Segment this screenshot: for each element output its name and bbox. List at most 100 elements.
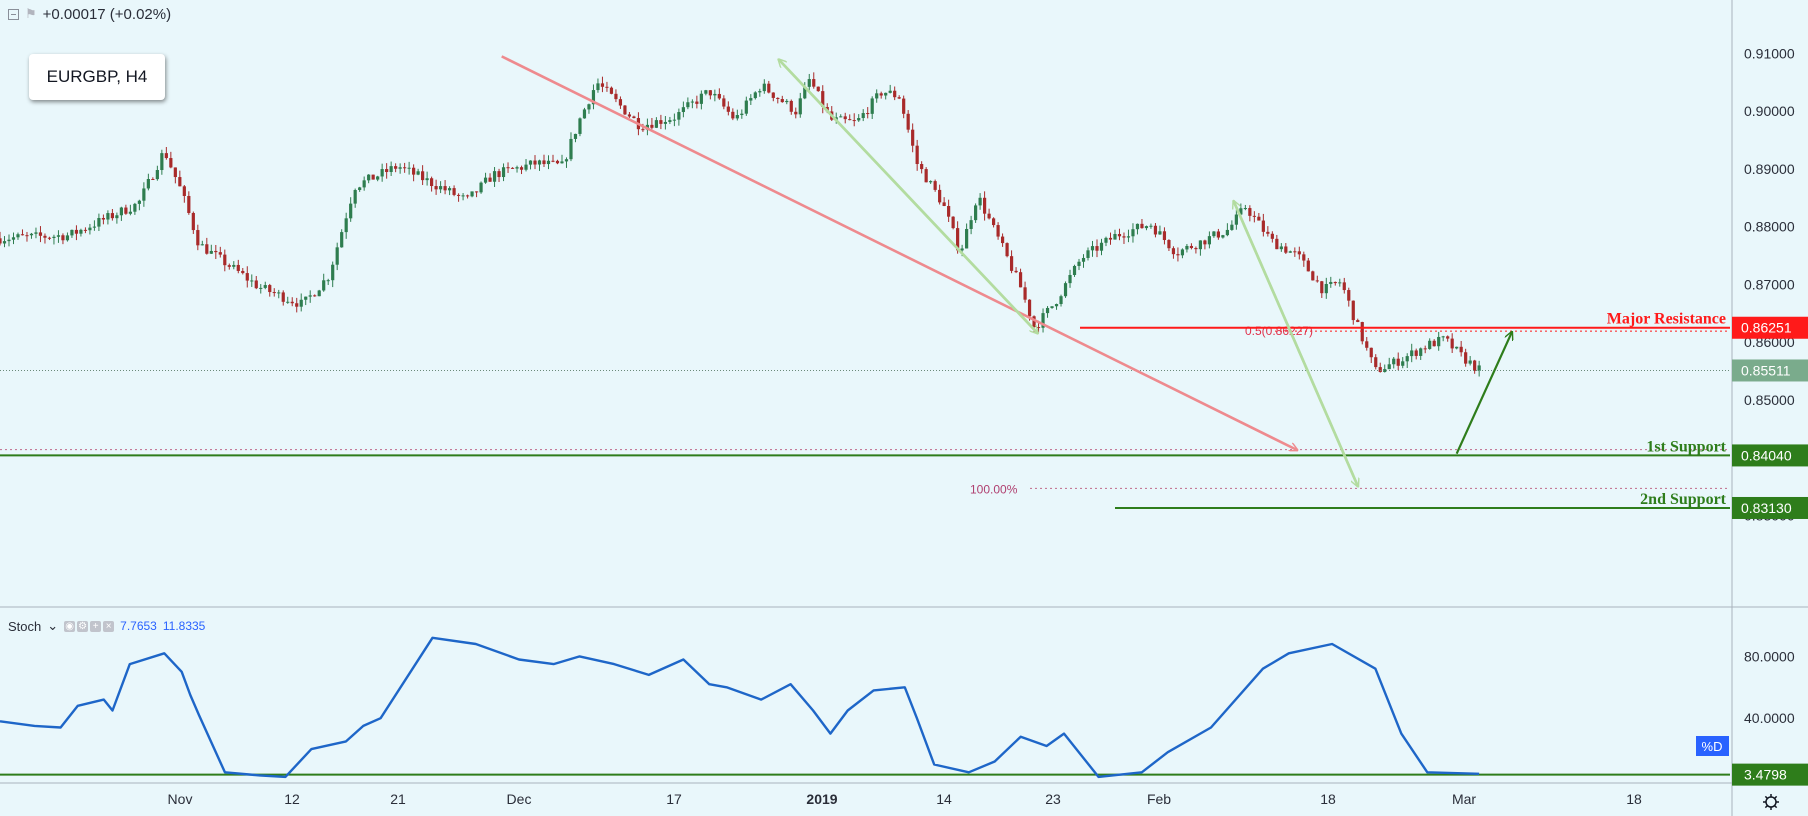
candle-body — [767, 83, 771, 93]
candle-body — [362, 180, 366, 188]
stoch-series-tag-text: %D — [1702, 739, 1723, 754]
candle-body — [1036, 327, 1041, 329]
candle-body — [430, 178, 434, 187]
candle-body — [1000, 236, 1005, 244]
candle-body — [1189, 245, 1194, 249]
candle-body — [1401, 361, 1405, 366]
settings-icon[interactable]: ⚙ — [77, 620, 89, 632]
candle-body — [1023, 287, 1027, 300]
candle-body — [929, 181, 933, 183]
candle-body — [740, 113, 744, 116]
price-tag-text: 0.83130 — [1741, 500, 1792, 516]
candle-body — [1072, 265, 1077, 275]
candle-body — [533, 160, 537, 165]
candle-body — [951, 216, 955, 229]
candle-body — [798, 98, 802, 115]
gear-tooth — [1774, 805, 1778, 809]
candle-body — [56, 235, 61, 237]
candle-body — [515, 167, 519, 169]
candle-body — [1090, 246, 1095, 251]
candle-body — [870, 98, 874, 114]
candle-body — [519, 167, 524, 170]
candle-body — [1216, 231, 1220, 238]
candle-body — [1230, 224, 1234, 230]
candle-body — [371, 174, 375, 180]
candle-body — [555, 160, 560, 164]
candle-body — [1248, 208, 1252, 216]
chevron-down-icon[interactable]: ⌄ — [47, 618, 58, 634]
candle-body — [1410, 350, 1414, 357]
candle-body — [812, 79, 816, 87]
candle-body — [483, 177, 488, 183]
candle-body — [146, 179, 150, 189]
candle-body — [978, 197, 982, 206]
candle-body — [11, 237, 16, 240]
settings-gear-icon[interactable] — [1763, 794, 1779, 810]
stoch-value-tag-text: 3.4798 — [1744, 767, 1787, 783]
collapse-icon[interactable] — [8, 8, 19, 20]
candle-body — [938, 189, 942, 203]
candle-body — [776, 97, 780, 100]
eye-icon[interactable]: ◉ — [64, 620, 76, 632]
fib-100-label: 100.00% — [970, 482, 1018, 496]
candle-body — [52, 236, 56, 238]
candle-body — [1428, 340, 1432, 349]
candle-body — [438, 186, 443, 190]
candle-body — [1468, 360, 1472, 364]
candle-body — [1095, 246, 1099, 251]
candle-body — [142, 188, 146, 201]
candle-body — [412, 167, 416, 175]
candle-body — [816, 86, 820, 92]
candle-body — [1059, 296, 1063, 305]
candle-body — [331, 264, 335, 281]
trading-chart-svg[interactable]: 0.910000.900000.890000.880000.870000.860… — [0, 0, 1808, 816]
candle-body — [1306, 260, 1310, 272]
candle-body — [753, 92, 757, 99]
candle-body — [97, 217, 101, 227]
stoch-name[interactable]: Stoch — [8, 619, 41, 634]
close-icon[interactable]: × — [103, 620, 115, 632]
candle-body — [807, 79, 811, 87]
candle-body — [1014, 270, 1018, 273]
price-tick-label: 0.85000 — [1744, 392, 1795, 408]
candle-body — [704, 90, 708, 94]
candle-body — [668, 120, 672, 122]
candle-body — [263, 285, 267, 288]
flag-icon[interactable]: ⚑ — [25, 6, 37, 22]
candle-body — [1396, 358, 1400, 366]
candle-body — [110, 213, 114, 219]
candle-body — [2, 241, 7, 244]
candle-body — [326, 280, 330, 282]
candle-body — [843, 116, 847, 120]
candle-body — [1473, 360, 1477, 371]
time-tick-label: 2019 — [806, 791, 837, 807]
candle-body — [1050, 306, 1054, 308]
candle-body — [236, 264, 240, 271]
candle-body — [1351, 300, 1355, 321]
price-change: +0.00017 (+0.02%) — [42, 5, 172, 23]
candle-body — [920, 164, 924, 170]
candle-body — [1243, 208, 1247, 210]
candle-body — [933, 181, 937, 190]
candle-body — [996, 225, 1000, 237]
candle-body — [313, 295, 317, 297]
candle-body — [340, 232, 344, 248]
candle-body — [659, 120, 663, 124]
candle-body — [866, 113, 870, 115]
candle-body — [456, 194, 461, 196]
add-icon[interactable]: + — [90, 620, 102, 632]
price-tick-label: 0.88000 — [1744, 219, 1795, 235]
candle-body — [1068, 274, 1072, 284]
time-tick-label: 18 — [1626, 791, 1642, 807]
candle-body — [70, 229, 74, 236]
candle-body — [789, 100, 793, 112]
candle-body — [1117, 233, 1122, 237]
candle-body — [1333, 281, 1337, 284]
level-label-2: 2nd Support — [1640, 491, 1726, 508]
candle-body — [1207, 236, 1211, 245]
candle-body — [1176, 254, 1180, 256]
candle-body — [178, 177, 182, 187]
candle-body — [1455, 346, 1459, 349]
candle-body — [335, 247, 339, 265]
candle-body — [713, 93, 717, 96]
